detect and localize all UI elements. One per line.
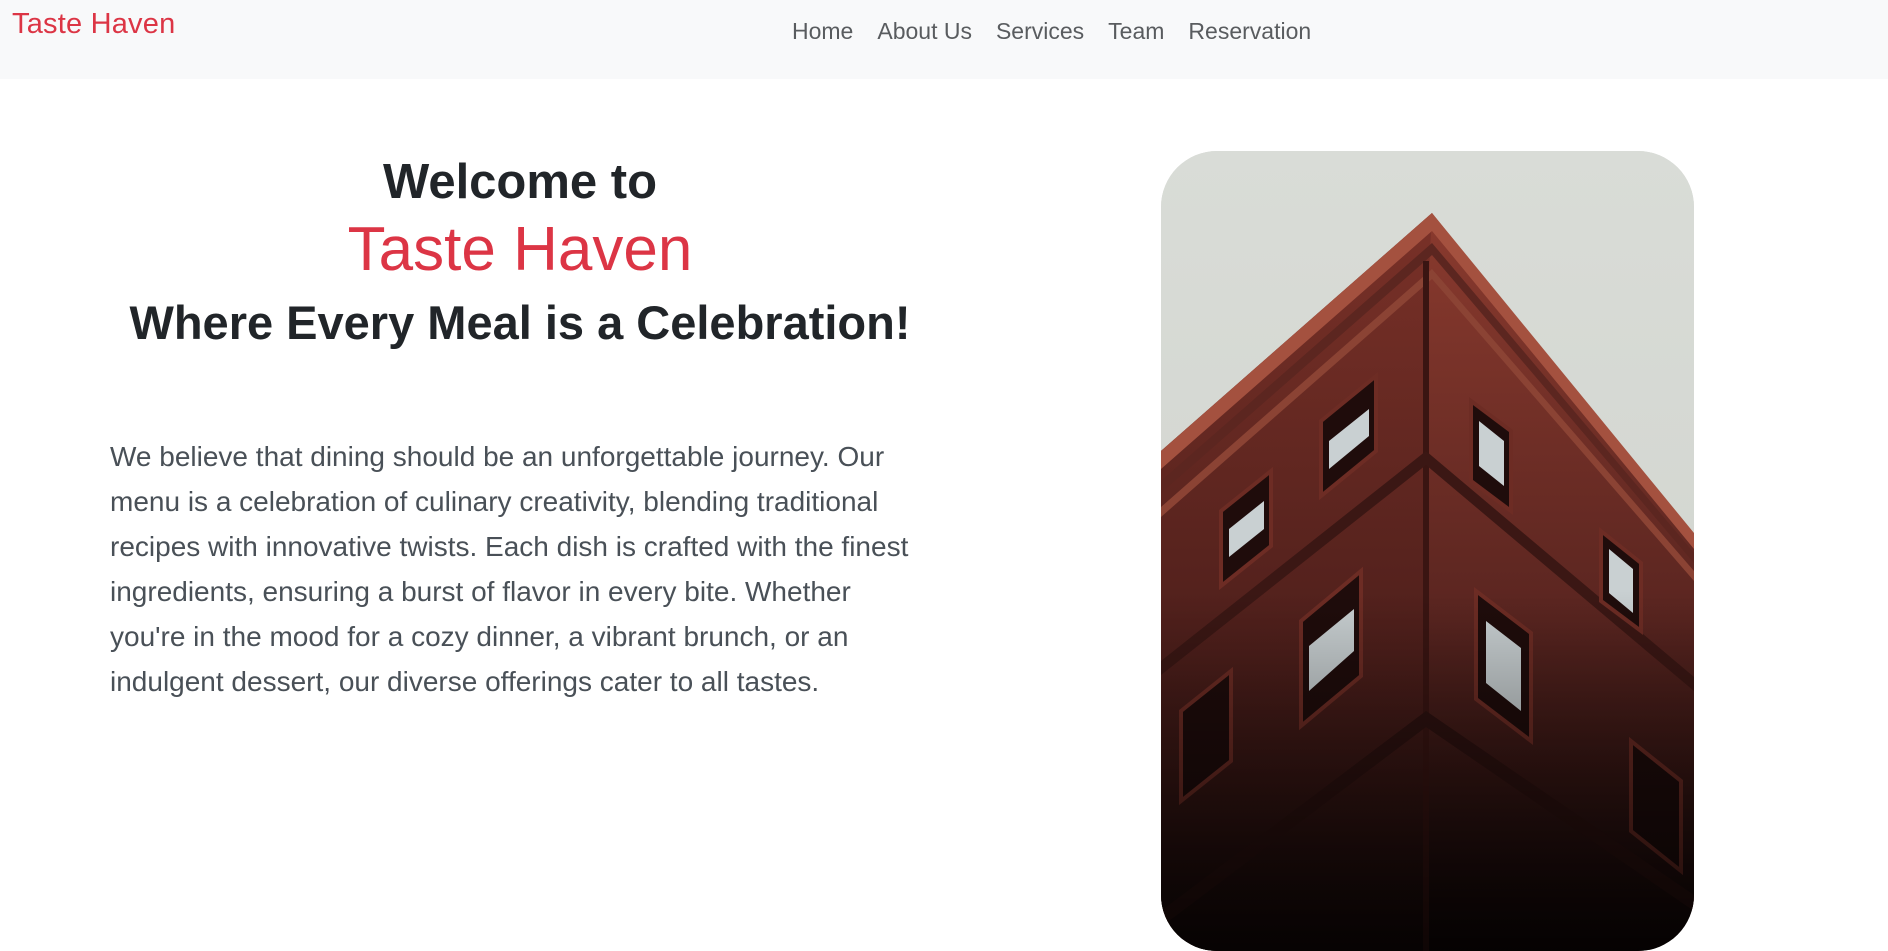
hero-welcome-heading: Welcome to bbox=[382, 155, 658, 209]
top-navbar: Taste Haven Home About Us Services Team … bbox=[0, 0, 1888, 79]
hero-tagline: Where Every Meal is a Celebration! bbox=[129, 296, 911, 349]
nav-link-home[interactable]: Home bbox=[792, 18, 853, 45]
hero-intro-paragraph: We believe that dining should be an unfo… bbox=[110, 441, 909, 697]
nav-links: Home About Us Services Team Reservation bbox=[780, 18, 1323, 45]
navbar-brand-link[interactable]: Taste Haven bbox=[12, 8, 175, 41]
nav-link-team[interactable]: Team bbox=[1108, 18, 1164, 45]
nav-link-reservation[interactable]: Reservation bbox=[1188, 18, 1311, 45]
building-illustration bbox=[1161, 151, 1694, 951]
hero-building-image bbox=[1161, 151, 1694, 951]
nav-link-services[interactable]: Services bbox=[996, 18, 1084, 45]
nav-link-about-us[interactable]: About Us bbox=[877, 18, 972, 45]
hero-brand-heading: Taste Haven bbox=[347, 215, 693, 284]
